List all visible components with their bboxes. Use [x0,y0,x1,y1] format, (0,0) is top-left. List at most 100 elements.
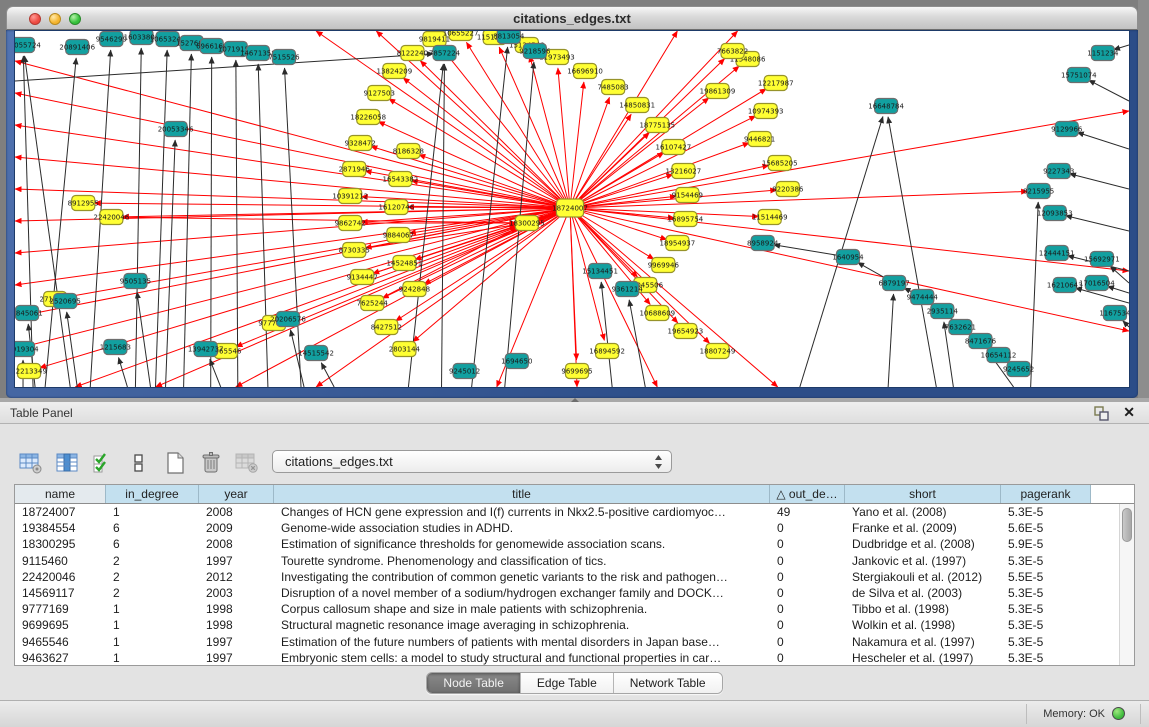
network-node[interactable]: 20053346 [158,122,194,137]
table-cell[interactable]: 1 [106,617,199,633]
table-cell[interactable]: 6 [106,536,199,552]
network-node[interactable]: 13216027 [666,164,702,179]
network-node[interactable]: 12093853 [1037,206,1073,221]
column-header-year[interactable]: year [199,485,274,503]
network-edge[interactable] [15,61,570,208]
network-edge[interactable] [570,208,778,387]
network-node[interactable]: 7485083 [598,80,629,95]
network-edge[interactable] [15,125,570,208]
table-cell[interactable]: 18724007 [15,504,106,520]
table-cell[interactable]: Wolkin et al. (1998) [845,617,1001,633]
network-node[interactable]: 19654923 [668,324,704,339]
table-row[interactable]: 1456911722003Disruption of a novel membe… [15,585,1134,601]
select-rows-icon[interactable] [90,451,116,475]
table-cell[interactable]: 5.5E-5 [1001,569,1091,585]
table-cell[interactable]: 2 [106,585,199,601]
network-node[interactable]: 9546299 [96,32,127,47]
table-cell[interactable]: 5.6E-5 [1001,520,1091,536]
network-edge[interactable] [1031,202,1039,387]
table-cell[interactable]: 5.3E-5 [1001,553,1091,569]
network-edge[interactable] [354,225,516,250]
table-cell[interactable]: 1998 [199,617,274,633]
table-cell[interactable]: 9465546 [15,634,106,650]
table-cell[interactable]: 0 [770,634,845,650]
network-node[interactable]: 1640954 [832,250,864,265]
network-node[interactable]: 2871946 [339,162,371,177]
network-edge[interactable] [1065,216,1129,231]
table-cell[interactable]: Tibbo et al. (1998) [845,601,1001,617]
node-table[interactable]: namein_degreeyeartitle△ out_de…shortpage… [14,484,1135,666]
network-node[interactable]: 15751074 [1061,68,1097,83]
table-cell[interactable]: Stergiakouli et al. (2012) [845,569,1001,585]
network-edge[interactable] [888,294,893,387]
tab-network-table[interactable]: Network Table [614,673,722,693]
network-node[interactable]: 9328472 [345,136,376,151]
table-cell[interactable]: 0 [770,617,845,633]
new-column-icon[interactable] [162,451,188,475]
network-node[interactable]: 16648784 [868,99,904,114]
network-node[interactable]: 8427512 [371,320,402,335]
network-node[interactable]: 8471676 [965,334,997,349]
table-cell[interactable]: 1 [106,634,199,650]
network-edge[interactable] [570,208,577,387]
network-node[interactable]: 14524851 [387,256,423,271]
table-row[interactable]: 1938455462009Genome-wide association stu… [15,520,1134,536]
network-edge[interactable] [137,292,151,387]
table-cell[interactable]: 5.3E-5 [1001,504,1091,520]
delete-column-icon[interactable] [198,451,224,475]
table-row[interactable]: 946554611997Estimation of the future num… [15,634,1134,650]
table-cell[interactable]: Embryonic stem cells: a model to study s… [274,650,770,666]
network-node[interactable]: 1215683 [100,340,131,355]
delete-table-icon[interactable] [234,451,260,475]
table-cell[interactable]: Hescheler et al. (1997) [845,650,1001,666]
table-row[interactable]: 969969511998Structural magnetic resonanc… [15,617,1134,633]
network-node[interactable]: 10654112 [981,348,1017,363]
table-cell[interactable]: 9699695 [15,617,106,633]
network-edge[interactable] [530,56,570,208]
table-cell[interactable]: Corpus callosum shape and size in male p… [274,601,770,617]
network-node[interactable]: 11514469 [752,210,788,225]
network-node[interactable]: 8730335 [339,243,370,258]
table-cell[interactable]: 5.3E-5 [1001,585,1091,601]
network-node[interactable]: 16895754 [668,212,704,227]
table-cell[interactable]: 1 [106,650,199,666]
table-cell[interactable]: 5.3E-5 [1001,634,1091,650]
table-cell[interactable]: 1998 [199,601,274,617]
network-node[interactable]: 7663822 [717,44,748,59]
network-node[interactable]: 14850831 [619,98,655,113]
network-edge[interactable] [888,117,936,387]
network-node[interactable]: 9862742 [335,216,366,231]
table-cell[interactable]: Nakamura et al. (1997) [845,634,1001,650]
network-node[interactable]: 7632621 [945,320,976,335]
network-node[interactable]: 6879197 [879,276,910,291]
network-node[interactable]: 10688609 [639,306,675,321]
table-cell[interactable]: 9777169 [15,601,106,617]
network-node[interactable]: 9361214 [612,282,644,297]
table-mode-icon[interactable] [18,451,44,475]
table-cell[interactable]: 2008 [199,504,274,520]
column-header-short[interactable]: short [845,485,1001,503]
network-node[interactable]: 9127503 [364,86,395,101]
table-cell[interactable]: 5.9E-5 [1001,536,1091,552]
show-columns-icon[interactable] [54,451,80,475]
table-cell[interactable]: 0 [770,569,845,585]
network-node[interactable]: 8215955 [1023,184,1054,199]
network-edge[interactable] [1123,321,1129,327]
table-cell[interactable]: 5.3E-5 [1001,617,1091,633]
column-header-out_de[interactable]: △ out_de… [770,485,845,503]
table-cell[interactable]: Franke et al. (2009) [845,520,1001,536]
network-node[interactable]: 9245012 [449,364,480,379]
table-row[interactable]: 1830029562008Estimation of significance … [15,536,1134,552]
table-cell[interactable]: Disruption of a novel member of a sodium… [274,585,770,601]
vertical-scrollbar[interactable] [1119,504,1134,665]
network-node[interactable]: 9245652 [1003,362,1034,377]
column-header-pagerank[interactable]: pagerank [1001,485,1091,503]
row-height-icon[interactable] [126,451,152,475]
table-cell[interactable]: 14569117 [15,585,106,601]
network-node[interactable]: 9505135 [120,274,151,289]
network-edge[interactable] [1077,132,1129,149]
network-node[interactable]: 9154469 [672,188,703,203]
network-node[interactable]: 2520695 [50,294,81,309]
network-node[interactable]: 9699695 [561,364,592,379]
network-node[interactable]: 18954937 [660,236,696,251]
